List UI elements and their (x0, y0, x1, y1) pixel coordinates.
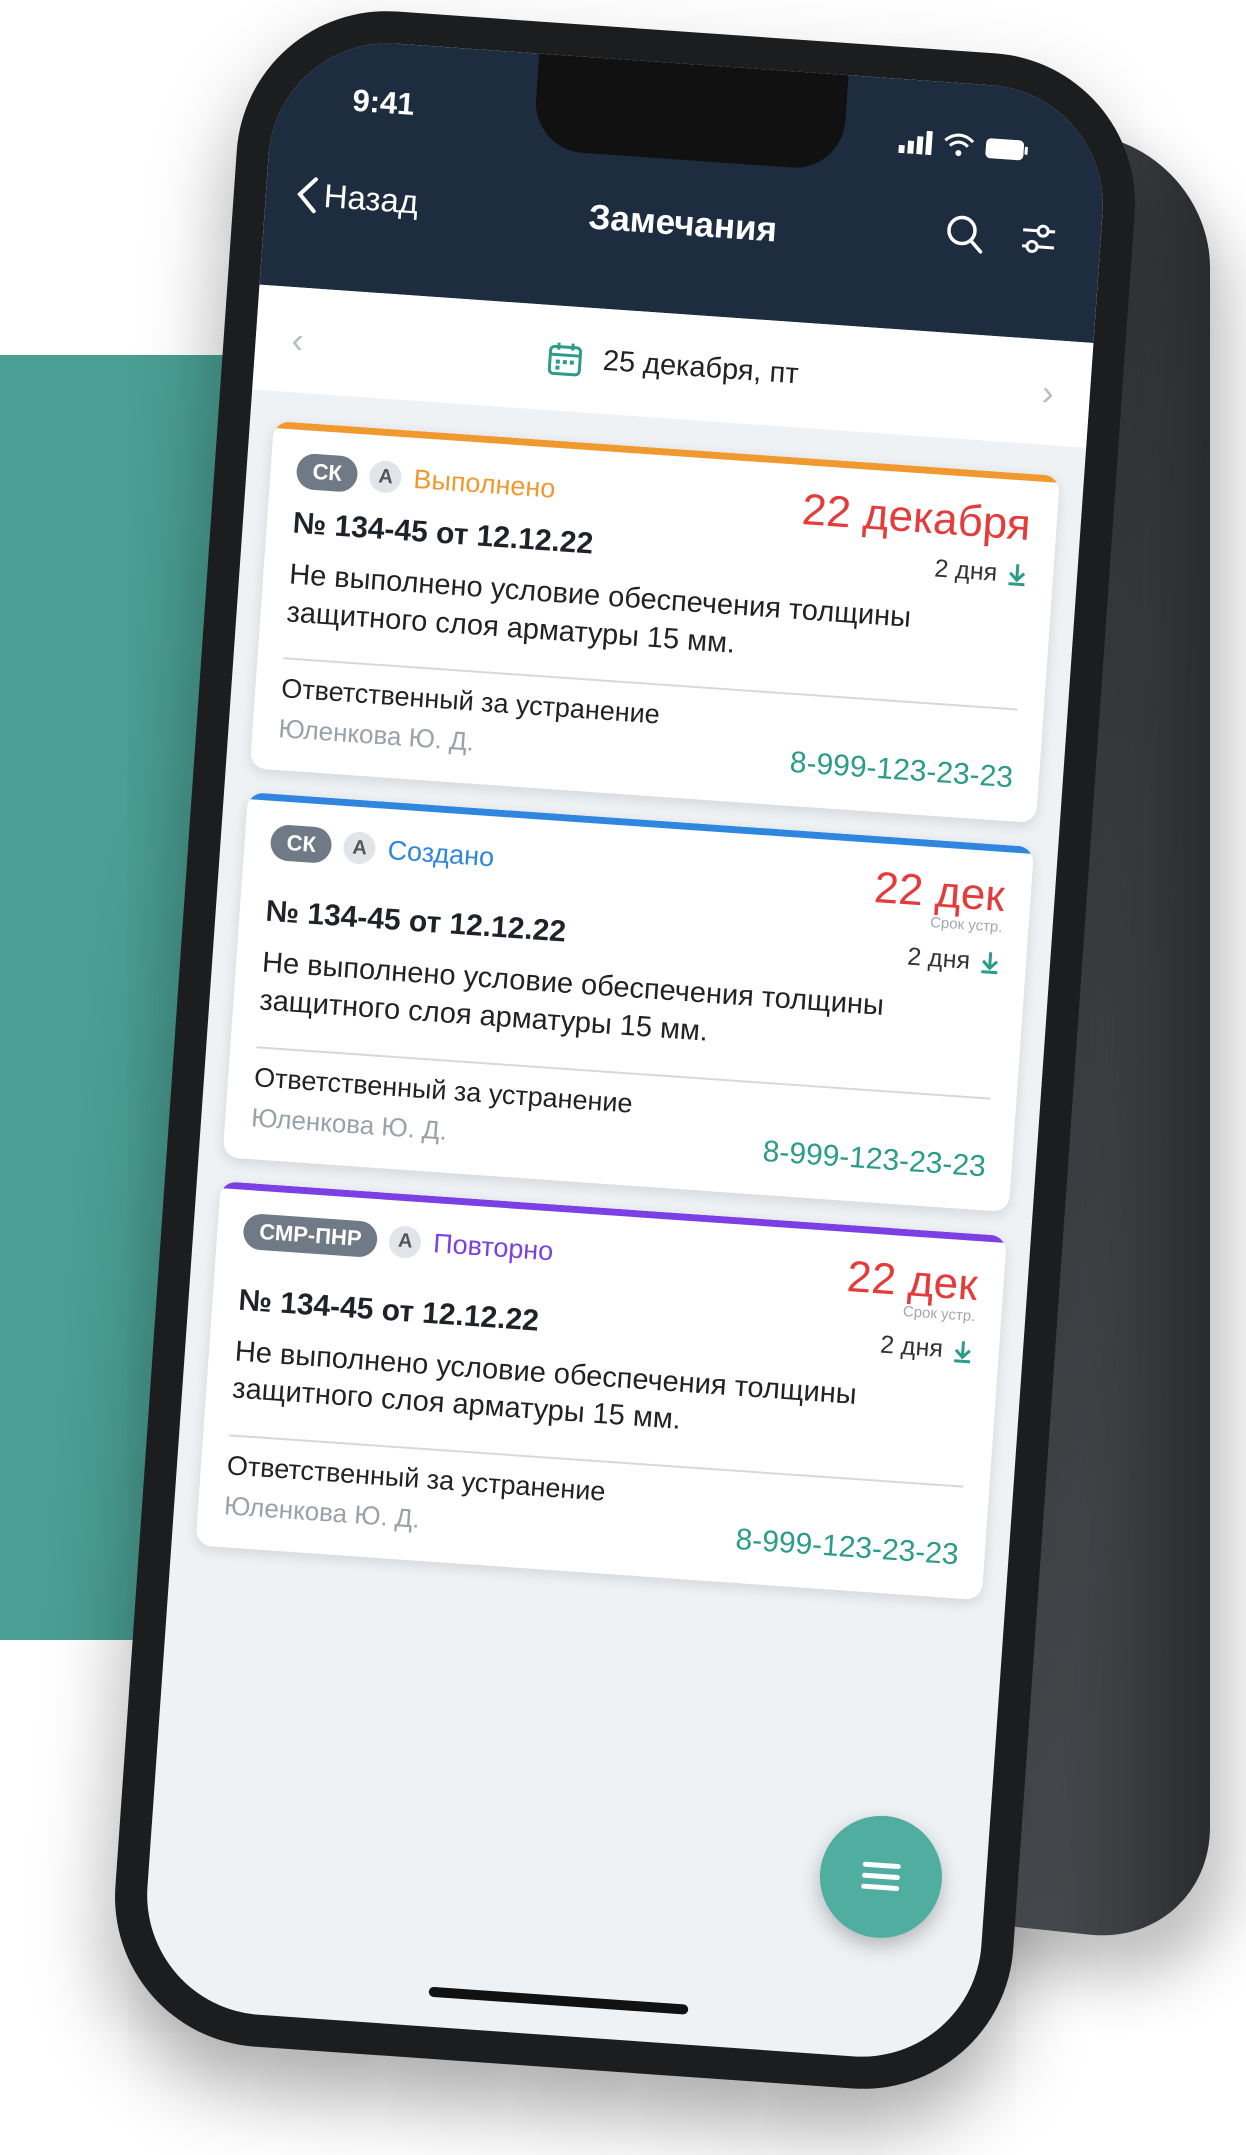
menu-icon (861, 1861, 901, 1891)
letter-badge: А (388, 1224, 423, 1259)
status-icons (898, 129, 1029, 162)
remark-card[interactable]: СМР-ПНР А Повторно 22 дек Срок устр. № 1… (195, 1180, 1007, 1601)
arrow-down-icon (981, 952, 999, 975)
duration: 2 дня (906, 942, 1001, 977)
next-date-button[interactable]: › (1040, 372, 1055, 415)
battery-icon (985, 138, 1028, 161)
deadline-date: 22 декабря (800, 485, 1033, 550)
deadline-date: 22 дек (845, 1251, 980, 1310)
duration-text: 2 дня (879, 1330, 944, 1364)
status-text: Создано (386, 834, 496, 873)
responsible-name: Юленкова Ю. Д. (250, 1101, 448, 1146)
responsible-phone[interactable]: 8-999-123-23-23 (789, 746, 1014, 796)
filter-icon[interactable] (1017, 218, 1060, 261)
type-badge: СК (295, 452, 360, 493)
duration: 2 дня (879, 1331, 974, 1366)
nav-actions (943, 212, 1060, 260)
status-text: Выполнено (412, 463, 557, 504)
signal-icon (898, 130, 933, 156)
prev-date-button[interactable]: ‹ (290, 319, 305, 362)
responsible-phone[interactable]: 8-999-123-23-23 (762, 1135, 987, 1185)
remark-number: № 134-45 от 12.12.22 (237, 1283, 540, 1338)
responsible-name: Юленкова Ю. Д. (277, 713, 476, 758)
arrow-down-icon (954, 1340, 971, 1364)
remark-card[interactable]: СК А Создано 22 дек Срок устр. № 134-45 … (222, 792, 1035, 1212)
remark-number: № 134-45 от 12.12.22 (291, 506, 595, 561)
status-time: 9:41 (351, 82, 416, 122)
remark-number: № 134-45 от 12.12.22 (264, 895, 568, 949)
duration-text: 2 дня (906, 942, 972, 975)
remarks-list: СК А Выполнено 22 декабря № 134-45 от 12… (194, 420, 1061, 1624)
arrow-down-icon (1008, 564, 1026, 587)
responsible-phone[interactable]: 8-999-123-23-23 (734, 1523, 959, 1573)
responsible-name: Юленкова Ю. Д. (223, 1490, 421, 1534)
search-icon[interactable] (943, 212, 986, 255)
letter-badge: А (342, 831, 377, 866)
letter-badge: А (368, 459, 403, 494)
current-date[interactable]: 25 декабря, пт (602, 345, 800, 392)
menu-fab-button[interactable] (815, 1811, 947, 1942)
type-badge: СМР-ПНР (242, 1212, 379, 1258)
status-text: Повторно (432, 1228, 555, 1267)
type-badge: СК (269, 824, 334, 865)
camera-notch (532, 53, 849, 171)
wifi-icon (944, 133, 975, 157)
phone-frame: 9:41 Назад Замечания ‹ 25 декабря, пт › … (104, 1, 1146, 2099)
deadline-date: 22 дек (872, 863, 1007, 922)
duration: 2 дня (934, 554, 1029, 589)
calendar-icon[interactable] (546, 339, 584, 377)
phone-screen: 9:41 Назад Замечания ‹ 25 декабря, пт › … (139, 35, 1111, 2065)
home-indicator (428, 1986, 689, 2015)
remark-card[interactable]: СК А Выполнено 22 декабря № 134-45 от 12… (249, 420, 1061, 824)
duration-text: 2 дня (933, 553, 999, 587)
